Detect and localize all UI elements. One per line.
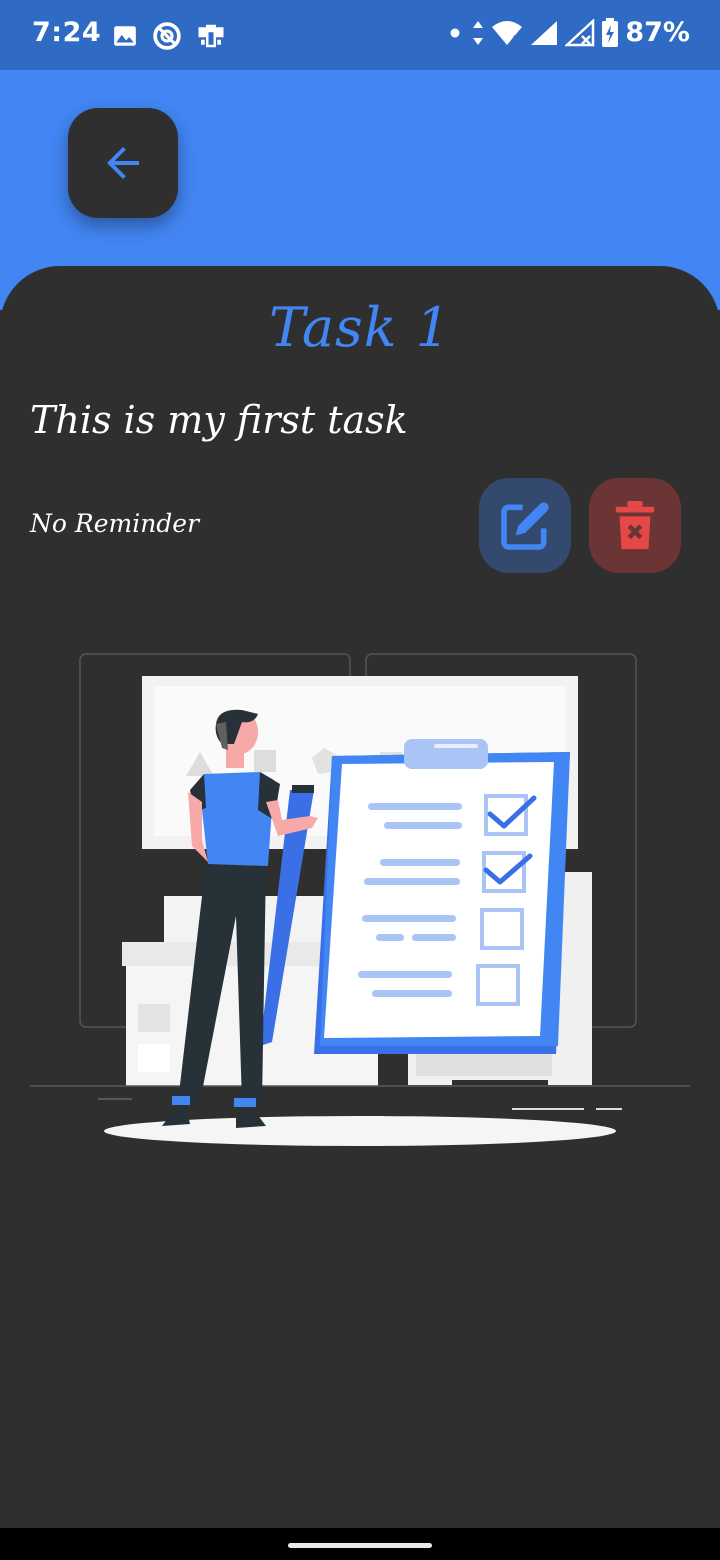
task-checklist-illustration — [30, 653, 690, 1146]
status-left-icons — [112, 20, 226, 52]
delete-button[interactable] — [589, 478, 681, 573]
home-indicator[interactable] — [288, 1543, 432, 1548]
status-time: 7:24 — [32, 17, 102, 48]
signal-icon — [531, 20, 558, 45]
task-description: This is my first task — [30, 398, 408, 442]
dot-icon — [450, 28, 460, 37]
svg-text:4: 4 — [511, 33, 519, 46]
do-not-disturb-icon — [153, 22, 181, 50]
battery-charging-icon — [602, 17, 619, 47]
back-button[interactable] — [68, 108, 178, 218]
reminder-status: No Reminder — [30, 509, 200, 538]
status-right-icons: 4 87% — [445, 17, 690, 48]
wifi-icon: 4 — [492, 20, 523, 46]
edit-button[interactable] — [479, 478, 571, 573]
image-icon — [114, 26, 136, 46]
signal-no-sim-icon — [565, 18, 595, 46]
trash-icon — [615, 500, 655, 549]
status-bar: 7:24 4 87% — [0, 0, 720, 70]
battery-percentage: 87% — [625, 17, 690, 48]
edit-icon — [501, 501, 549, 550]
work-profile-icon — [198, 24, 224, 48]
task-title: Task 1 — [269, 296, 451, 359]
arrow-left-icon — [107, 147, 139, 179]
data-arrows-icon — [473, 20, 484, 45]
